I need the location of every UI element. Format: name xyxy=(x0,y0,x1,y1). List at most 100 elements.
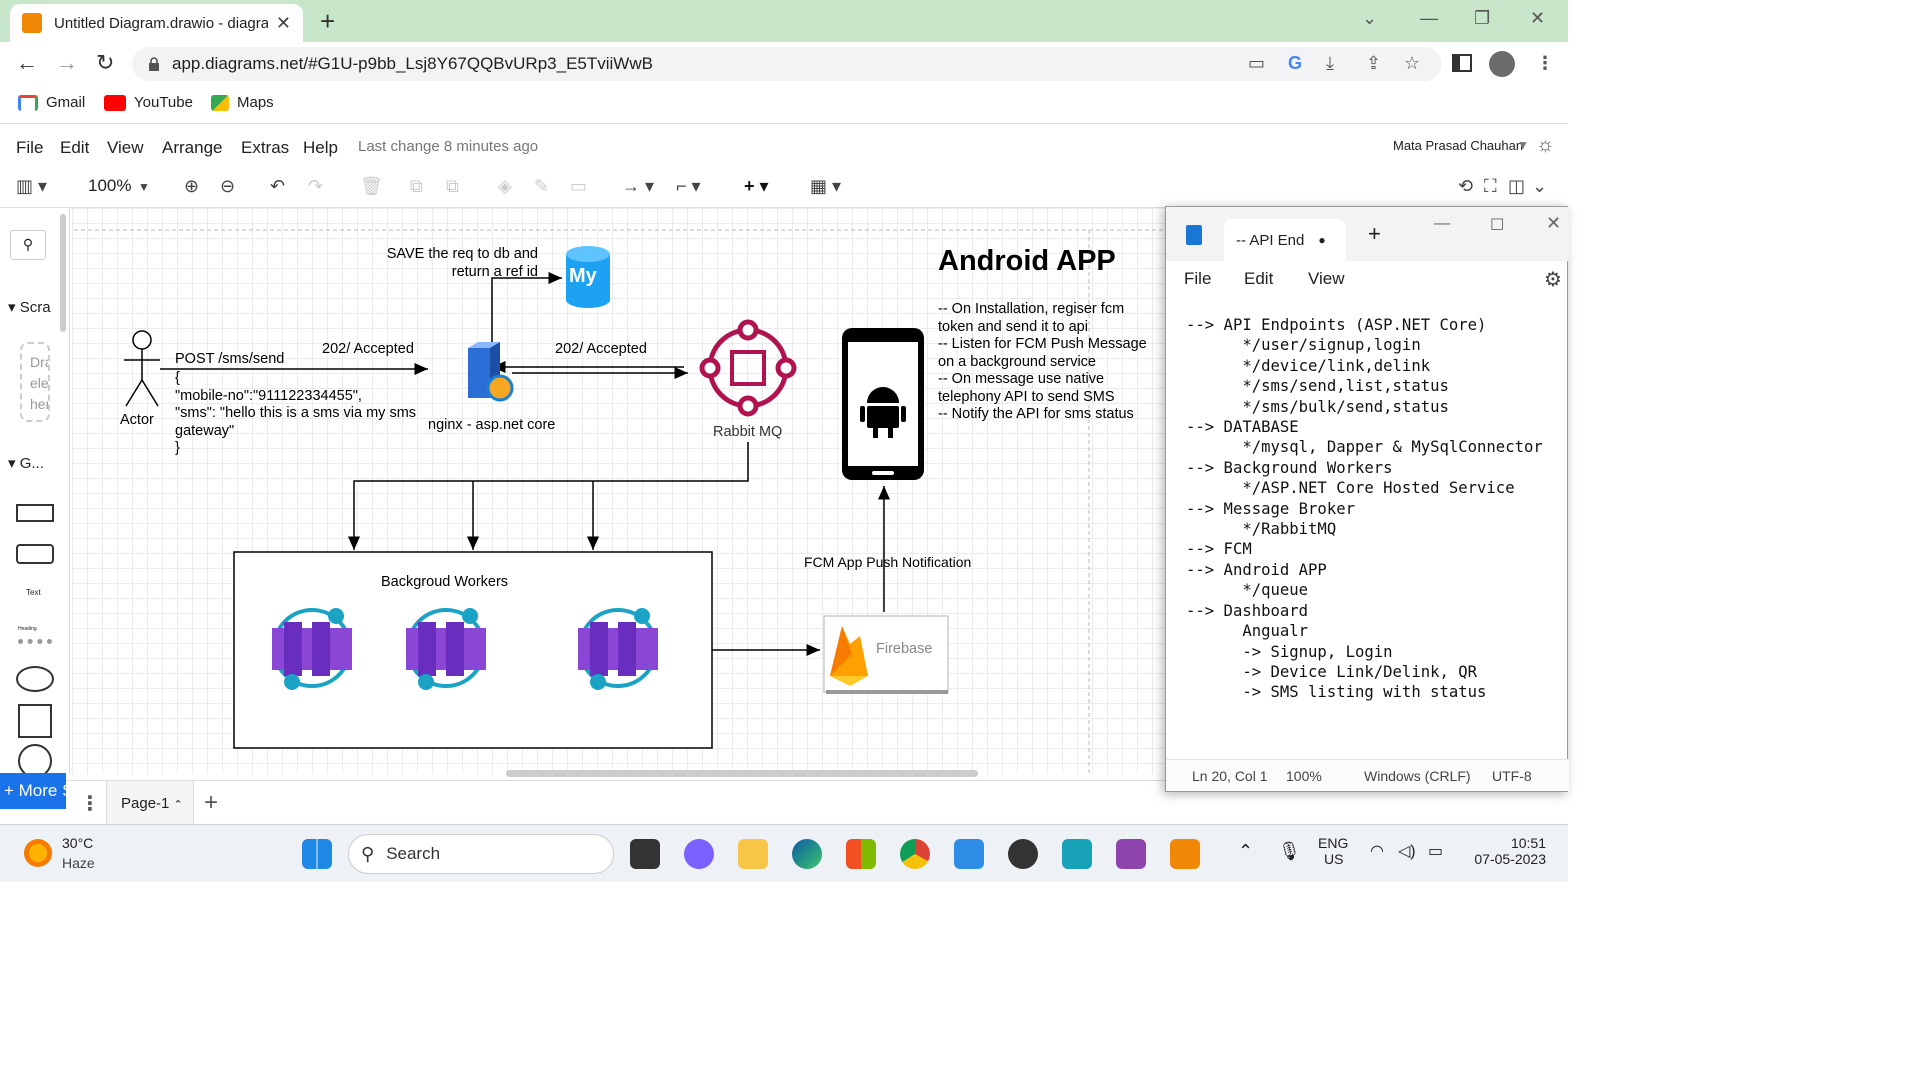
notepad-minimize-button[interactable]: — xyxy=(1434,215,1450,233)
settings-gear-icon[interactable]: ⚙ xyxy=(1544,267,1562,292)
start-windows-icon[interactable] xyxy=(302,839,332,869)
menu-file[interactable]: File xyxy=(16,138,43,158)
notepad-tab[interactable]: -- API End ● xyxy=(1224,219,1346,261)
panel-toggle-icon[interactable]: ◫ xyxy=(1508,176,1525,197)
notepad-close-button[interactable]: ✕ xyxy=(1546,213,1561,234)
close-tab-icon[interactable]: ✕ xyxy=(276,13,291,34)
share-icon[interactable]: ⇪ xyxy=(1366,53,1381,74)
shadow-icon[interactable]: ▭ xyxy=(570,176,587,197)
menu-view[interactable]: View xyxy=(107,138,144,158)
android-title[interactable]: Android APP xyxy=(938,244,1116,278)
address-bar[interactable]: app.diagrams.net/#G1U-p9bb_Lsj8Y67QQBvUR… xyxy=(132,47,1442,81)
side-panel-icon[interactable] xyxy=(1452,54,1472,72)
sync-icon[interactable]: ⟲ xyxy=(1458,176,1473,197)
chrome-menu-icon[interactable]: ⋮ xyxy=(1536,53,1554,74)
scratchpad-dropzone[interactable]: Dra eler here xyxy=(20,342,50,422)
delete-icon[interactable]: 🗑 xyxy=(360,176,383,197)
chevron-down-icon[interactable]: ▼ xyxy=(1517,138,1529,152)
teams-chat-icon[interactable] xyxy=(684,839,714,869)
to-back-icon[interactable]: ⧉ xyxy=(446,176,459,197)
format-panel-icon[interactable]: ▥ ▾ xyxy=(16,176,47,197)
more-shapes-button[interactable]: + More S xyxy=(0,773,66,809)
general-section[interactable]: ▾ G... xyxy=(8,454,44,472)
weather-condition[interactable]: Haze xyxy=(62,855,95,871)
actor-label[interactable]: Actor xyxy=(120,412,154,430)
fullscreen-icon[interactable]: ⛶ xyxy=(1484,176,1497,197)
redo-icon[interactable]: ↷ xyxy=(308,176,323,197)
temperature[interactable]: 30°C xyxy=(62,835,93,851)
rectangle-shape[interactable] xyxy=(16,504,54,522)
zoom-select[interactable]: 100% xyxy=(88,176,131,196)
rabbitmq-icon[interactable] xyxy=(699,319,797,417)
back-icon[interactable]: ← xyxy=(16,50,38,76)
search-shapes-icon[interactable]: ⚲ xyxy=(10,230,46,260)
accepted-label-2[interactable]: 202/ Accepted xyxy=(555,341,647,359)
canvas-scrollbar[interactable] xyxy=(506,770,978,777)
theme-sun-icon[interactable]: ☼ xyxy=(1536,134,1554,157)
table-icon[interactable]: ▦ ▾ xyxy=(810,176,841,197)
web-server-icon[interactable] xyxy=(468,342,514,402)
volume-icon[interactable]: ◁) xyxy=(1398,841,1416,861)
bookmark-maps[interactable]: Maps xyxy=(211,94,274,111)
ellipse-shape[interactable] xyxy=(16,666,54,692)
forward-icon[interactable]: → xyxy=(56,50,78,76)
close-window-button[interactable]: ✕ xyxy=(1530,8,1545,29)
weather-sun-icon[interactable] xyxy=(24,839,52,867)
taskbar-search-box[interactable]: ⚲ Search xyxy=(348,834,614,874)
post-label[interactable]: POST /sms/send xyxy=(175,351,284,369)
store-icon[interactable] xyxy=(846,839,876,869)
restore-button[interactable]: ❐ xyxy=(1474,8,1490,29)
payload-text[interactable]: { "mobile-no":"911122334455", "sms": "he… xyxy=(175,370,416,458)
menu-arrange[interactable]: Arrange xyxy=(162,138,222,158)
rabbitmq-label[interactable]: Rabbit MQ xyxy=(713,424,782,442)
notepad-taskbar-icon[interactable] xyxy=(1062,839,1092,869)
undo-icon[interactable]: ↶ xyxy=(270,176,285,197)
new-tab-button[interactable]: + xyxy=(320,6,335,37)
notepad-menu-edit[interactable]: Edit xyxy=(1244,269,1273,289)
battery-icon[interactable]: ▭ xyxy=(1428,841,1443,861)
server-label[interactable]: nginx - asp.net core xyxy=(428,417,555,435)
last-change-status[interactable]: Last change 8 minutes ago xyxy=(358,138,538,155)
zoom-out-icon[interactable]: ⊖ xyxy=(220,176,235,197)
circle-shape[interactable] xyxy=(18,744,52,774)
wifi-icon[interactable]: ◠ xyxy=(1370,841,1384,861)
notepad-new-tab-button[interactable]: + xyxy=(1368,221,1381,247)
fill-color-icon[interactable]: ◈ xyxy=(498,176,512,197)
reload-icon[interactable]: ↻ xyxy=(96,50,114,76)
rounded-rect-shape[interactable] xyxy=(16,544,54,564)
cast-icon[interactable]: ▭ xyxy=(1248,53,1265,74)
install-icon[interactable]: ⤓ xyxy=(1326,53,1334,74)
save-db-arrow[interactable] xyxy=(491,272,562,344)
android-notes[interactable]: -- On Installation, regiser fcm token an… xyxy=(938,301,1147,424)
accepted-label-1[interactable]: 202/ Accepted xyxy=(322,341,414,359)
add-page-button[interactable]: + xyxy=(204,789,218,817)
google-icon[interactable]: G xyxy=(1288,53,1302,74)
photos-icon[interactable] xyxy=(954,839,984,869)
waypoints-icon[interactable]: ⌐ ▾ xyxy=(676,176,701,197)
unsaved-dot-icon[interactable]: ● xyxy=(1318,233,1325,247)
zoom-chevron-icon[interactable]: ▼ xyxy=(138,180,150,194)
scratchpad-section[interactable]: ▾ Scra xyxy=(8,298,51,316)
obs-icon[interactable] xyxy=(1008,839,1038,869)
bookmark-youtube[interactable]: YouTube xyxy=(104,94,193,111)
line-color-icon[interactable]: ✎ xyxy=(534,176,549,197)
insert-icon[interactable]: + ▾ xyxy=(744,176,769,197)
drawio-taskbar-icon[interactable] xyxy=(1170,839,1200,869)
collapse-icon[interactable]: ⌄ xyxy=(1532,176,1547,197)
microphone-icon[interactable]: 🎙 xyxy=(1278,841,1301,862)
task-view-icon[interactable] xyxy=(630,839,660,869)
workers-title[interactable]: Backgroud Workers xyxy=(381,574,508,592)
worker-arrow-1[interactable] xyxy=(348,442,749,550)
zoom-in-icon[interactable]: ⊕ xyxy=(184,176,199,197)
visual-studio-icon[interactable] xyxy=(1116,839,1146,869)
menu-extras[interactable]: Extras xyxy=(241,138,289,158)
chrome-icon[interactable] xyxy=(900,839,930,869)
file-explorer-icon[interactable] xyxy=(738,839,768,869)
bookmark-star-icon[interactable]: ☆ xyxy=(1404,53,1420,74)
heading-shape[interactable]: Heading xyxy=(18,626,52,644)
sidebar-scrollbar[interactable] xyxy=(60,214,66,332)
menu-help[interactable]: Help xyxy=(303,138,338,158)
text-shape[interactable]: Text xyxy=(26,588,41,597)
pages-menu-icon[interactable]: ⋮ xyxy=(80,791,100,816)
tray-chevron-up-icon[interactable]: ⌃ xyxy=(1238,841,1253,862)
